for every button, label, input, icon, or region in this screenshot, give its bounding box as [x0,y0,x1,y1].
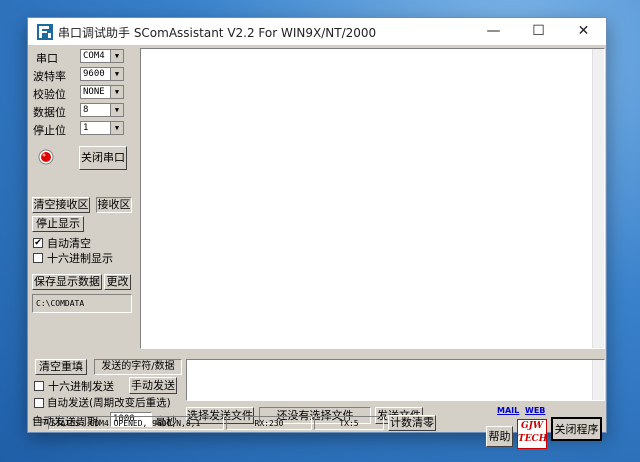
manual-send-button[interactable]: 手动发送 [129,377,177,394]
hex-display-checkbox[interactable] [33,253,43,263]
chevron-down-icon[interactable]: ▼ [110,68,123,80]
clear-send-button[interactable]: 清空重填 [35,359,87,375]
receive-textarea[interactable] [140,48,605,349]
auto-clear-checkbox[interactable]: ✔ [33,238,43,248]
send-area-label: 发送的字符/数据 [94,359,182,375]
stop-display-button[interactable]: 停止显示 [32,216,84,232]
close-program-button[interactable]: 关闭程序 [551,417,602,441]
web-link[interactable]: WEB [525,406,545,415]
parity-value: NONE [83,87,105,97]
port-label: 串口 [36,52,58,65]
chevron-down-icon[interactable]: ▼ [110,122,123,134]
reset-count-button[interactable]: 计数清零 [388,415,436,431]
rx-count: RX:230 [226,416,312,430]
hex-send-label: 十六进制发送 [48,380,114,393]
databits-value: 8 [83,105,89,115]
maximize-button[interactable]: ☐ [516,18,561,45]
hex-send-checkbox[interactable] [34,381,44,391]
help-button[interactable]: 帮助 [486,426,513,447]
chevron-down-icon[interactable]: ▼ [110,104,123,116]
parity-label: 校验位 [33,88,66,101]
mail-link[interactable]: MAIL [497,406,519,415]
port-select[interactable]: COM4 ▼ [80,49,124,63]
change-path-button[interactable]: 更改 [104,274,131,290]
baud-label: 波特率 [33,70,66,83]
receive-scrollbar[interactable] [592,49,604,348]
tx-count: TX:5 [314,416,384,430]
chevron-down-icon[interactable]: ▼ [110,86,123,98]
app-window: 串口调试助手 SComAssistant V2.2 For WIN9X/NT/2… [27,17,607,449]
send-textarea[interactable] [186,359,605,401]
parity-select[interactable]: NONE ▼ [80,85,124,99]
port-status: STATUS: COM4 OPENED, 9600,N,8,1 [48,416,224,430]
minimize-button[interactable]: — [471,18,516,45]
logo-text: GJW TECH [518,421,548,444]
close-button[interactable]: ✕ [561,18,606,45]
toggle-port-button[interactable]: 关闭串口 [79,146,127,170]
auto-clear-label: 自动清空 [47,237,91,250]
save-display-button[interactable]: 保存显示数据 [32,274,102,290]
title-bar[interactable]: 串口调试助手 SComAssistant V2.2 For WIN9X/NT/2… [28,18,606,45]
client-area: 串口 COM4 ▼ 波特率 9600 ▼ 校验位 NONE ▼ 数据位 8 ▼ … [28,45,606,449]
auto-send-label: 自动发送(周期改变后重选) [47,397,171,409]
save-path-field[interactable]: C:\COMDATA [32,294,132,313]
auto-send-checkbox[interactable] [34,398,44,408]
stopbits-select[interactable]: 1 ▼ [80,121,124,135]
app-icon [37,24,53,40]
baud-value: 9600 [83,69,105,79]
stopbits-value: 1 [83,123,89,133]
receive-area-label: 接收区 [96,197,132,213]
clear-receive-button[interactable]: 清空接收区 [32,197,90,213]
databits-label: 数据位 [33,106,66,119]
baud-select[interactable]: 9600 ▼ [80,67,124,81]
plug-icon: ⊣▭ [32,416,49,426]
led-icon [38,149,54,165]
company-logo: GJW TECH [517,419,547,449]
port-value: COM4 [83,51,105,61]
hex-display-label: 十六进制显示 [47,252,113,265]
databits-select[interactable]: 8 ▼ [80,103,124,117]
send-scrollbar[interactable] [592,360,604,400]
status-row: ⊣▭ STATUS: COM4 OPENED, 9600,N,8,1 RX:23… [28,414,484,432]
stopbits-label: 停止位 [33,124,66,137]
window-title: 串口调试助手 SComAssistant V2.2 For WIN9X/NT/2… [58,26,377,40]
chevron-down-icon[interactable]: ▼ [110,50,123,62]
